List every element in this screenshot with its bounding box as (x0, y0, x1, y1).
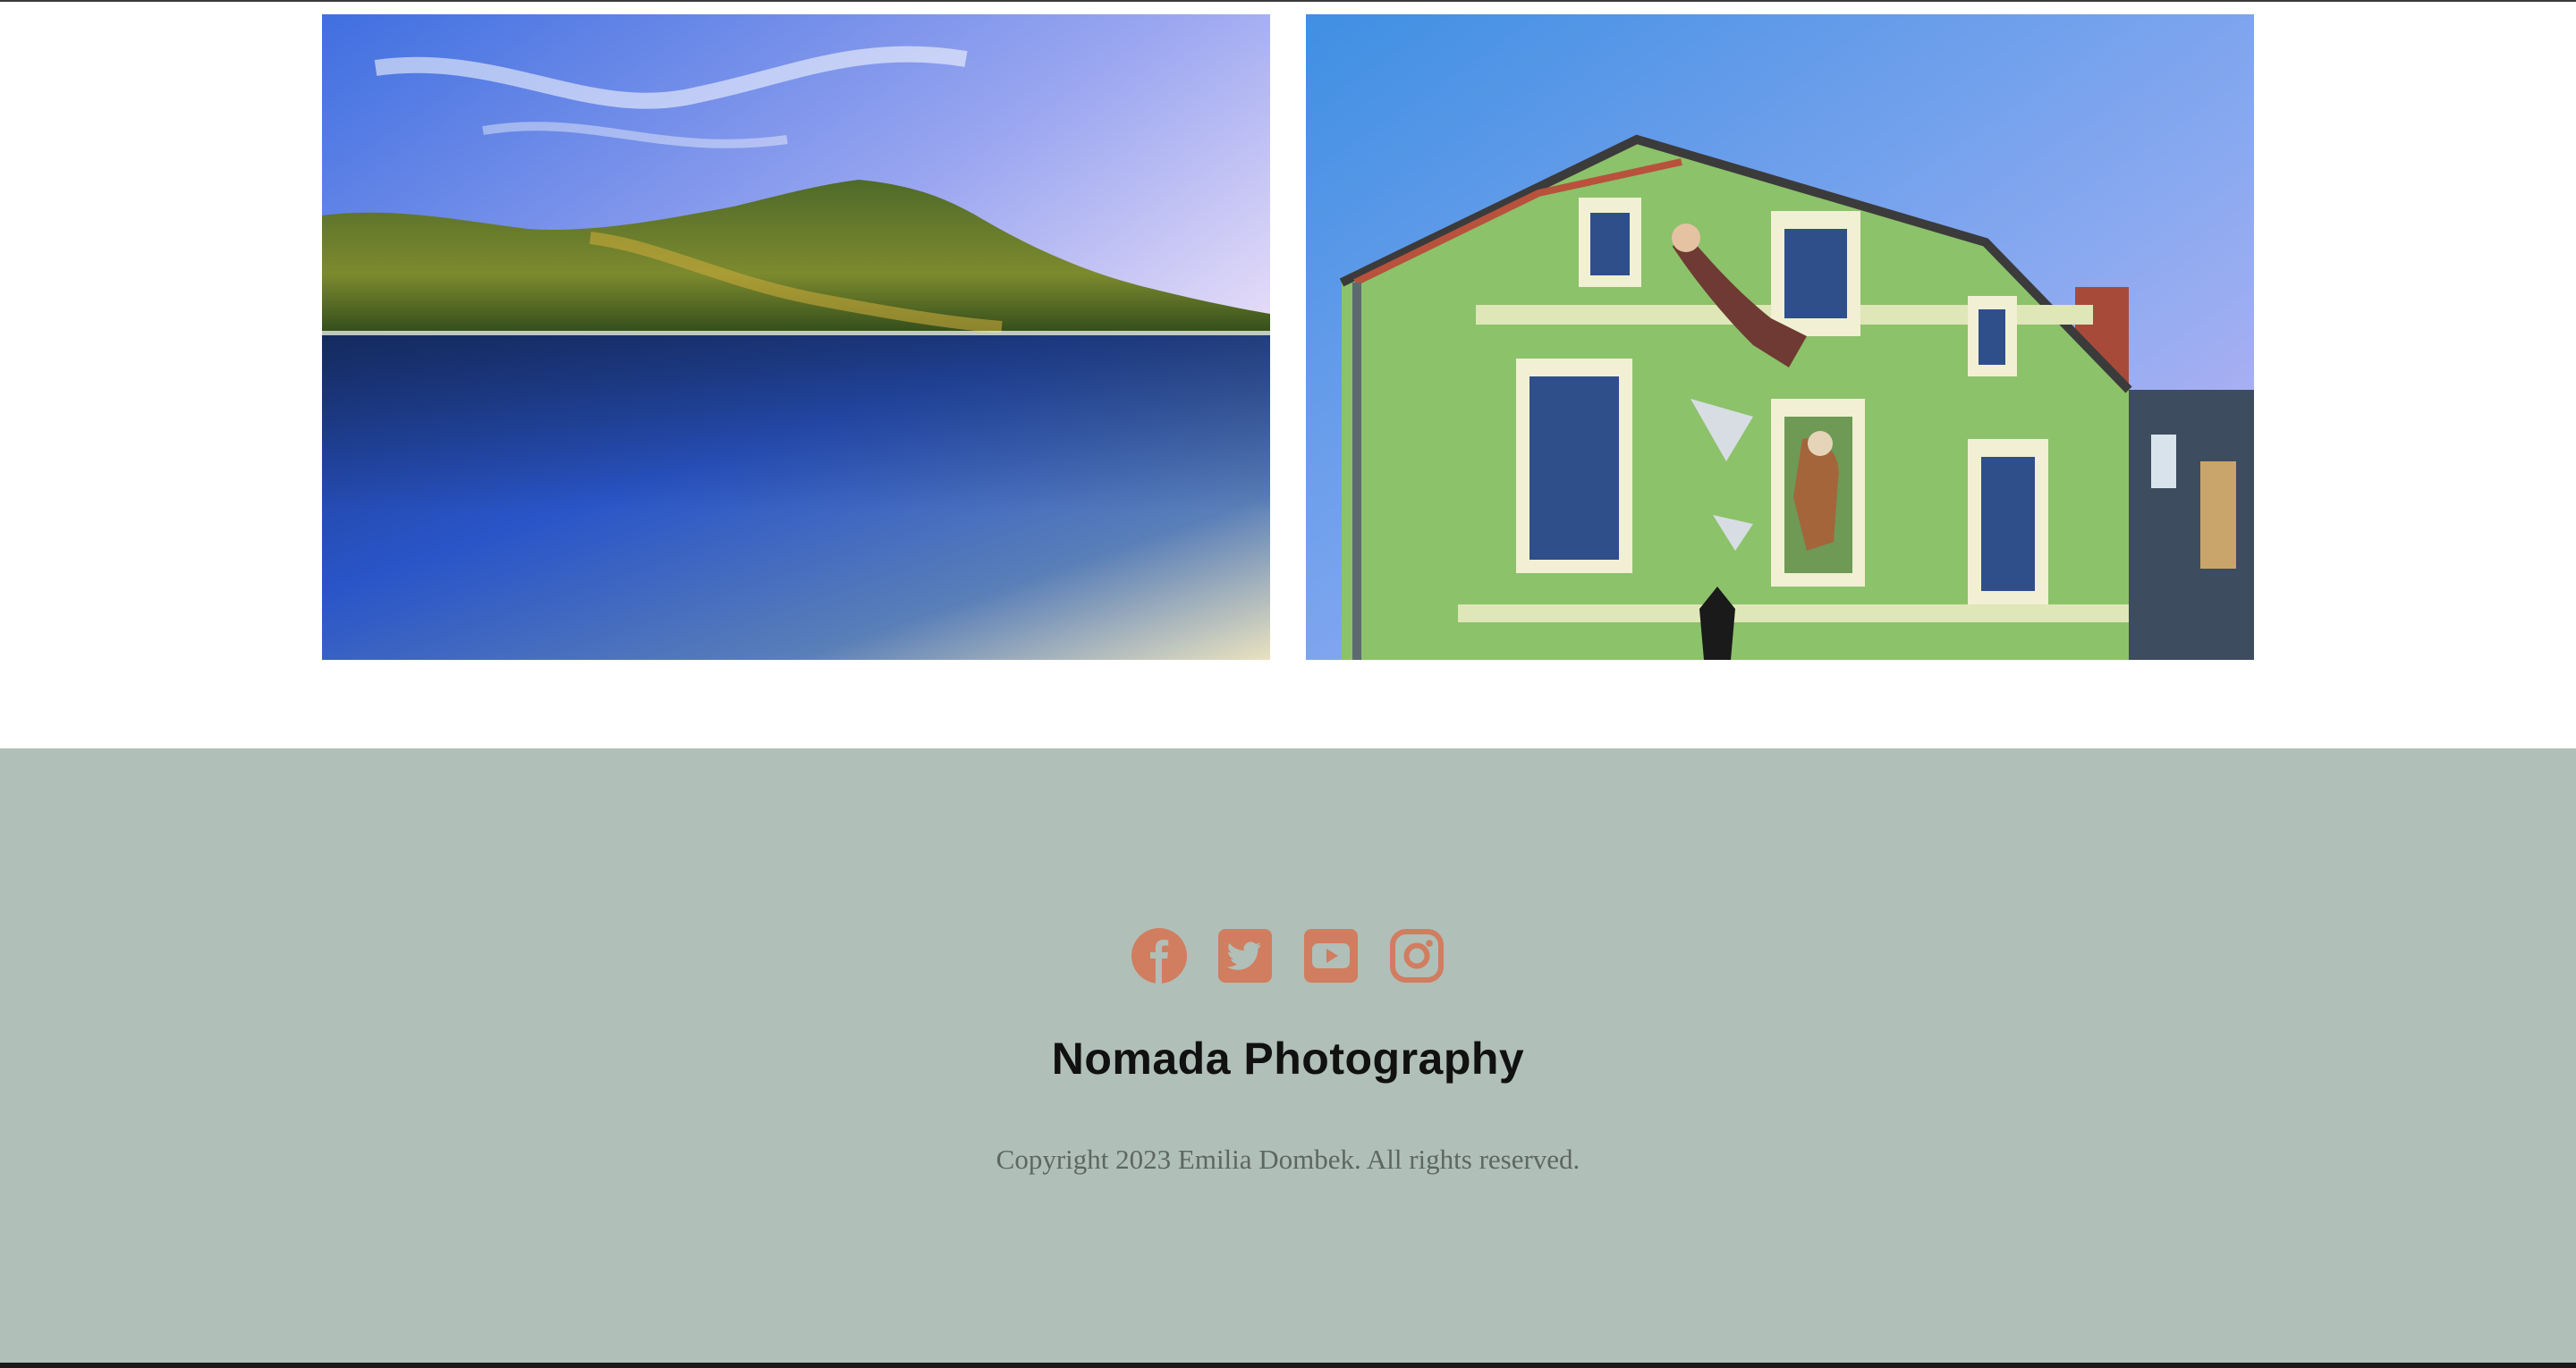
page: Nomada Photography Copyright 2023 Emilia… (0, 0, 2576, 1368)
social-links (0, 927, 2576, 984)
photo-gallery (322, 14, 2254, 660)
footer-copyright: Copyright 2023 Emilia Dombek. All rights… (996, 1144, 1580, 1175)
instagram-link[interactable] (1388, 927, 1445, 984)
youtube-link[interactable] (1302, 927, 1360, 984)
youtube-icon (1304, 929, 1358, 983)
twitter-link[interactable] (1216, 927, 1274, 984)
site-footer: Nomada Photography Copyright 2023 Emilia… (0, 748, 2576, 1363)
footer-brand-name: Nomada Photography (1051, 1034, 1525, 1084)
photo-lake[interactable] (322, 14, 1270, 660)
lake-image (322, 14, 1270, 660)
twitter-icon (1218, 929, 1272, 983)
facebook-icon (1131, 928, 1187, 984)
facebook-link[interactable] (1131, 927, 1188, 984)
window-bottom-edge (0, 1363, 2576, 1368)
instagram-icon (1390, 929, 1444, 983)
house-image (1306, 14, 2254, 660)
photo-house[interactable] (1306, 14, 2254, 660)
